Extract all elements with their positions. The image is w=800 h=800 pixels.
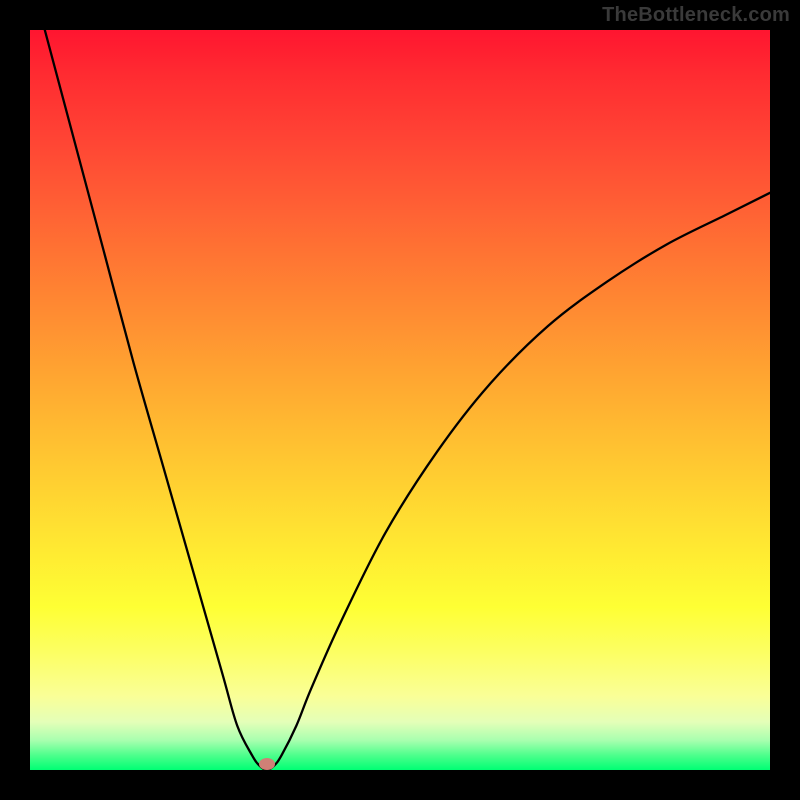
bottleneck-curve [30,30,770,770]
watermark-text: TheBottleneck.com [602,4,790,27]
plot-area [30,30,770,770]
chart-frame: TheBottleneck.com [0,0,800,800]
optimum-marker [259,758,275,770]
